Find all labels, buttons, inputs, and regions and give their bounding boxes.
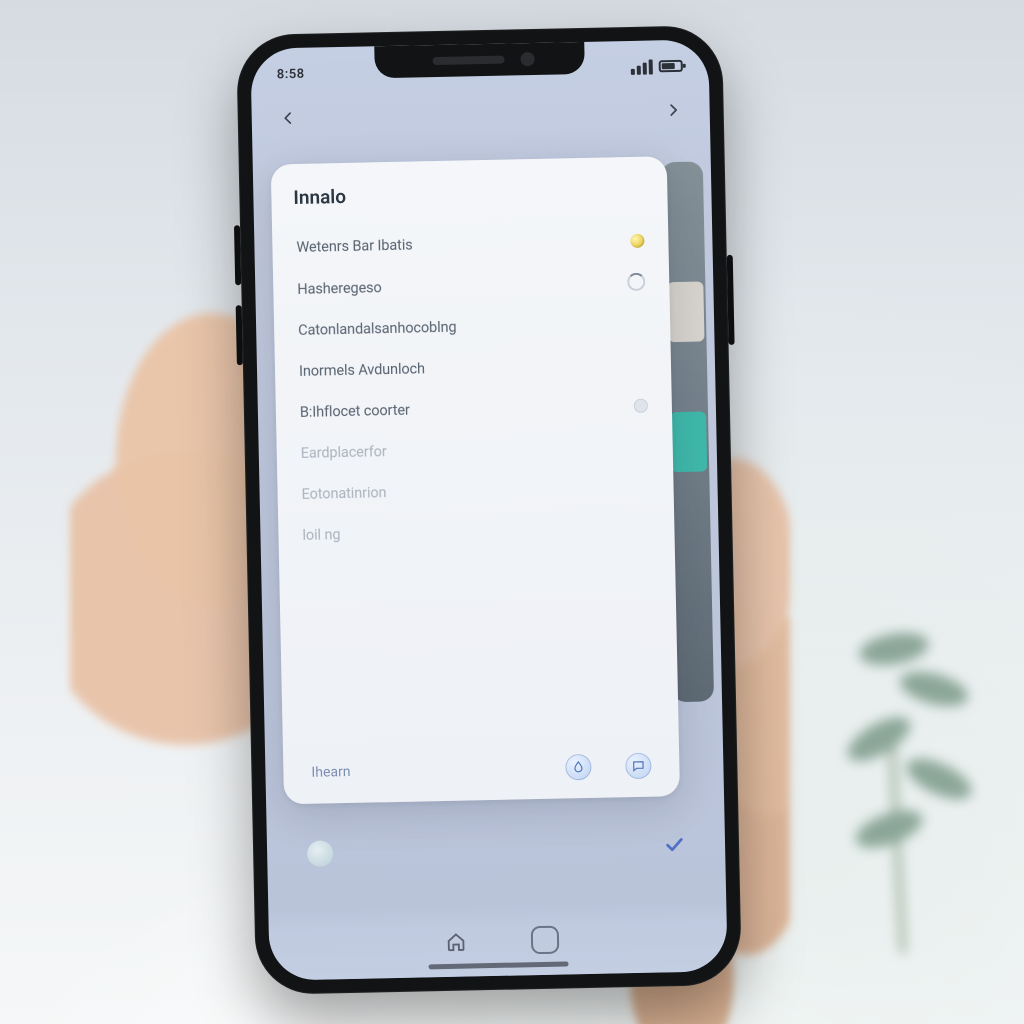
back-button[interactable] — [269, 100, 306, 137]
home-icon — [445, 931, 467, 953]
share-icon — [663, 100, 683, 120]
settings-row-label: Eotonatinrion — [301, 484, 386, 503]
confirm-button[interactable] — [663, 833, 686, 859]
settings-row-label: Inormels Avdunloch — [299, 360, 425, 380]
check-icon — [663, 833, 685, 855]
background-plant — [804, 604, 984, 964]
arrow-left-icon — [278, 108, 298, 128]
nav-home-button[interactable] — [437, 922, 476, 961]
system-nav-bar — [268, 901, 727, 981]
battery-icon — [659, 60, 683, 72]
under-sheet-bar — [281, 815, 712, 884]
phone-screen: 8:58 Innalo Wetenrs Bar Ib — [250, 39, 727, 980]
phone-frame: 8:58 Innalo Wetenrs Bar Ib — [236, 25, 742, 995]
drop-icon — [571, 760, 585, 774]
settings-row-label: Hasheregeso — [297, 279, 382, 298]
settings-row[interactable]: Hasheregeso — [295, 261, 648, 310]
settings-list[interactable]: Wetenrs Bar Ibatis Hasheregeso Catonland… — [294, 220, 657, 746]
status-dot-icon — [630, 233, 644, 247]
sheet-footer: Ihearn — [305, 739, 658, 790]
app-header — [251, 81, 710, 147]
settings-sheet: Innalo Wetenrs Bar Ibatis Hasheregeso Ca… — [271, 156, 680, 804]
footer-action-1[interactable] — [565, 754, 592, 781]
settings-row-label: Wetenrs Bar Ibatis — [296, 237, 412, 256]
status-time: 8:58 — [277, 66, 305, 82]
status-dot-icon — [634, 398, 648, 412]
globe-icon[interactable] — [307, 840, 334, 867]
footer-action-2[interactable] — [625, 753, 652, 780]
settings-row-label: loil ng — [302, 526, 340, 544]
signal-icon — [631, 59, 653, 74]
app-stage: Innalo Wetenrs Bar Ibatis Hasheregeso Ca… — [252, 137, 726, 910]
volume-up-button[interactable] — [234, 225, 241, 285]
device-notch — [374, 42, 585, 78]
sheet-title: Innalo — [293, 179, 645, 209]
volume-down-button[interactable] — [236, 305, 243, 365]
loading-spinner-icon — [627, 273, 645, 291]
footer-label[interactable]: Ihearn — [311, 764, 350, 781]
nav-recent-button[interactable] — [531, 926, 560, 955]
settings-row-label: B:Ihflocet coorter — [300, 402, 410, 421]
chat-icon — [631, 759, 645, 773]
home-indicator[interactable] — [429, 961, 569, 969]
settings-row-label: Eardplacerfor — [301, 443, 387, 462]
settings-row-label: Catonlandalsanhocoblng — [298, 319, 457, 339]
header-action-button[interactable] — [655, 92, 692, 129]
settings-row[interactable]: loil ng — [300, 508, 653, 556]
